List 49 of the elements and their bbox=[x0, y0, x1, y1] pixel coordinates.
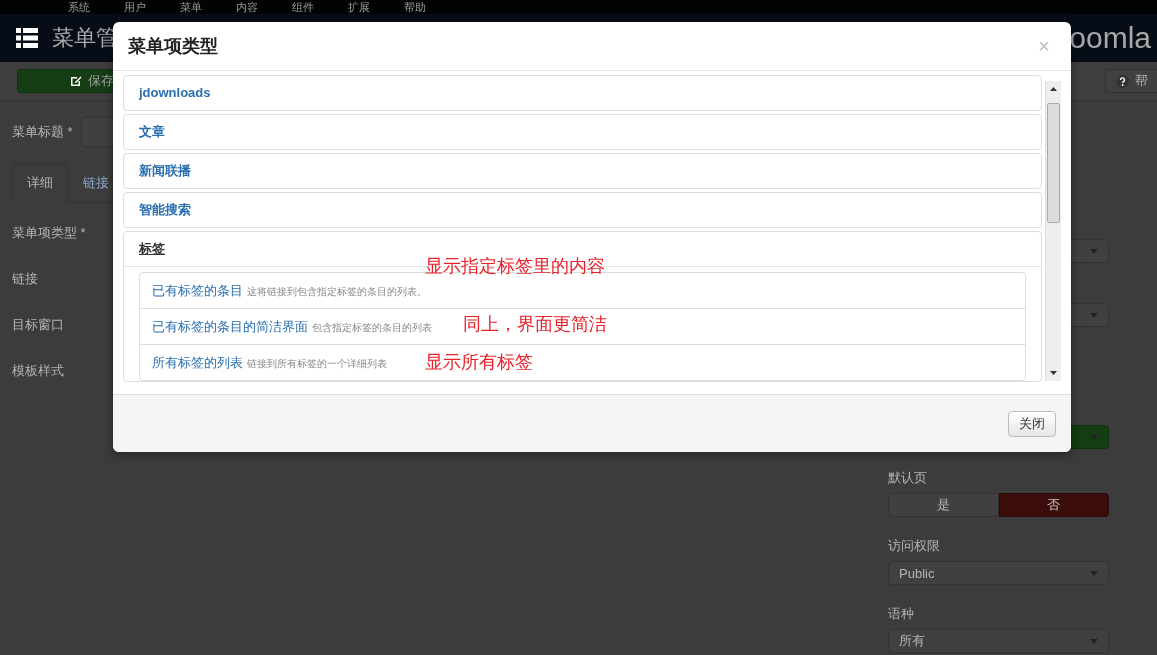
question-icon bbox=[1116, 74, 1129, 88]
caret-icon bbox=[1090, 434, 1098, 440]
field-label: 语种 bbox=[888, 605, 914, 623]
tab[interactable]: 详细 bbox=[12, 163, 68, 203]
item-description: 包含指定标签的条目的列表 bbox=[312, 322, 432, 333]
field-label: 访问权限 bbox=[888, 537, 940, 555]
category-link[interactable]: 智能搜索 bbox=[124, 193, 1041, 227]
field-label: 菜单标题 * bbox=[12, 123, 73, 141]
nav-menu-item[interactable]: 扩展 bbox=[348, 1, 370, 13]
dropdown[interactable]: 所有 bbox=[888, 629, 1109, 653]
dropdown[interactable]: Public bbox=[888, 561, 1109, 585]
list-icon bbox=[16, 28, 38, 48]
category-link[interactable]: 新闻联播 bbox=[124, 154, 1041, 188]
scroll-down-icon[interactable] bbox=[1050, 371, 1057, 375]
category-link[interactable]: jdownloads bbox=[124, 76, 1041, 110]
item-description: 这将链接到包含指定标签的条目的列表。 bbox=[247, 286, 427, 297]
toggle-option[interactable]: 是 bbox=[888, 493, 999, 517]
menu-type-link[interactable]: 已有标签的条目的简洁界面 bbox=[152, 319, 308, 334]
nav-menu-item[interactable]: 系统 bbox=[68, 1, 90, 13]
nav-menu-item[interactable]: 菜单 bbox=[180, 1, 202, 13]
tab[interactable]: 链接 bbox=[68, 163, 124, 203]
scrollbar-thumb[interactable] bbox=[1047, 103, 1060, 223]
nav-menu-item[interactable]: 用户 bbox=[124, 1, 146, 13]
nav-menu-item[interactable]: 帮助 bbox=[404, 1, 426, 13]
edit-icon bbox=[70, 75, 82, 87]
field-label: 链接 bbox=[12, 270, 38, 288]
toggle-option[interactable]: 否 bbox=[998, 493, 1109, 517]
nav-menu-item[interactable]: 组件 bbox=[292, 1, 314, 13]
nav-menu-item[interactable]: 内容 bbox=[236, 1, 258, 13]
item-description: 链接到所有标签的一个详细列表 bbox=[247, 358, 387, 369]
help-button[interactable]: 帮 bbox=[1105, 69, 1157, 93]
caret-icon bbox=[1090, 570, 1098, 576]
scrollbar[interactable] bbox=[1045, 81, 1061, 381]
field-label: 菜单项类型 * bbox=[12, 224, 86, 242]
field-label: 默认页 bbox=[888, 469, 927, 487]
annotation-text: 显示所有标签 bbox=[425, 350, 533, 374]
field-label: 模板样式 bbox=[12, 362, 64, 380]
close-button[interactable]: 关闭 bbox=[1008, 410, 1056, 437]
annotation-text: 同上，界面更简洁 bbox=[463, 312, 607, 336]
caret-icon bbox=[1090, 312, 1098, 318]
dialog-title: 菜单项类型 bbox=[128, 35, 218, 58]
scroll-up-icon[interactable] bbox=[1050, 87, 1057, 91]
caret-icon bbox=[1090, 248, 1098, 254]
field-label: 目标窗口 bbox=[12, 316, 64, 334]
menu-type-link[interactable]: 所有标签的列表 bbox=[152, 355, 243, 370]
caret-icon bbox=[1090, 638, 1098, 644]
logo-text: oomla bbox=[1069, 21, 1152, 55]
category-link[interactable]: 文章 bbox=[124, 115, 1041, 149]
menu-type-link[interactable]: 已有标签的条目 bbox=[152, 283, 243, 298]
